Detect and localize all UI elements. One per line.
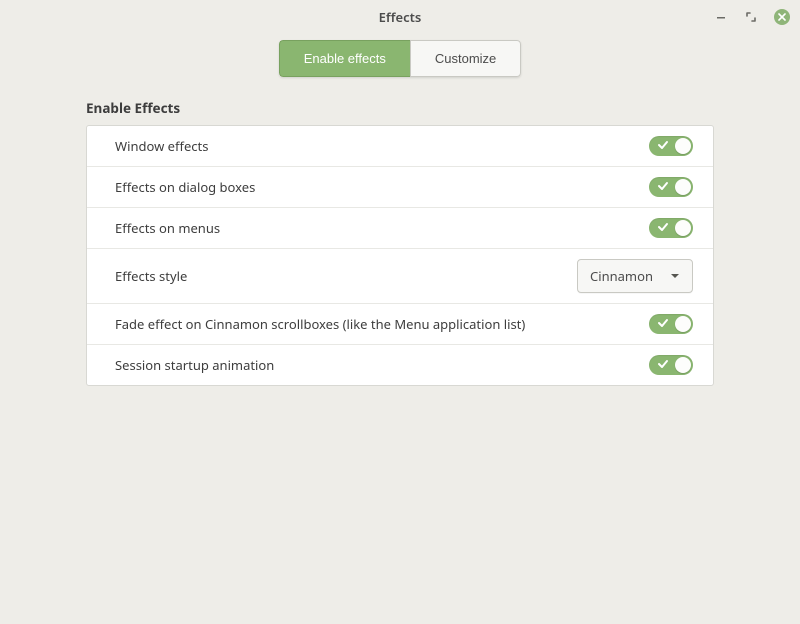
tabbar: Enable effects Customize [0,34,800,99]
tab-enable-effects[interactable]: Enable effects [279,40,410,77]
minimize-icon [716,12,726,22]
settings-panel: Window effects Effects on dialog boxes E… [86,125,714,386]
row-effects-style: Effects style Cinnamon [87,249,713,304]
row-label: Effects on dialog boxes [115,178,255,196]
maximize-button[interactable] [744,10,758,24]
segmented-control: Enable effects Customize [279,40,522,77]
maximize-icon [746,12,756,22]
toggle-dialog-effects[interactable] [649,177,693,197]
row-menu-effects: Effects on menus [87,208,713,249]
chevron-down-icon [670,271,680,281]
toggle-knob [675,316,691,332]
close-icon [778,13,786,21]
row-label: Effects on menus [115,219,220,237]
row-label: Window effects [115,137,208,155]
toggle-knob [675,357,691,373]
toggle-knob [675,179,691,195]
tab-customize[interactable]: Customize [410,40,521,77]
close-button[interactable] [774,9,790,25]
row-label: Session startup animation [115,356,274,374]
row-startup-animation: Session startup animation [87,345,713,385]
check-icon [657,358,669,370]
toggle-knob [675,220,691,236]
content-area: Enable Effects Window effects Effects on… [0,99,800,386]
toggle-window-effects[interactable] [649,136,693,156]
minimize-button[interactable] [714,10,728,24]
row-label: Effects style [115,267,187,285]
window-title: Effects [379,8,422,26]
toggle-menu-effects[interactable] [649,218,693,238]
toggle-fade-effect[interactable] [649,314,693,334]
dropdown-effects-style[interactable]: Cinnamon [577,259,693,293]
section-title: Enable Effects [86,99,714,117]
check-icon [657,317,669,329]
row-dialog-effects: Effects on dialog boxes [87,167,713,208]
titlebar: Effects [0,0,800,34]
row-fade-effect: Fade effect on Cinnamon scrollboxes (lik… [87,304,713,345]
check-icon [657,180,669,192]
check-icon [657,139,669,151]
window-controls [714,9,790,25]
toggle-startup-animation[interactable] [649,355,693,375]
row-window-effects: Window effects [87,126,713,167]
dropdown-value: Cinnamon [590,267,653,285]
row-label: Fade effect on Cinnamon scrollboxes (lik… [115,315,525,333]
toggle-knob [675,138,691,154]
check-icon [657,221,669,233]
